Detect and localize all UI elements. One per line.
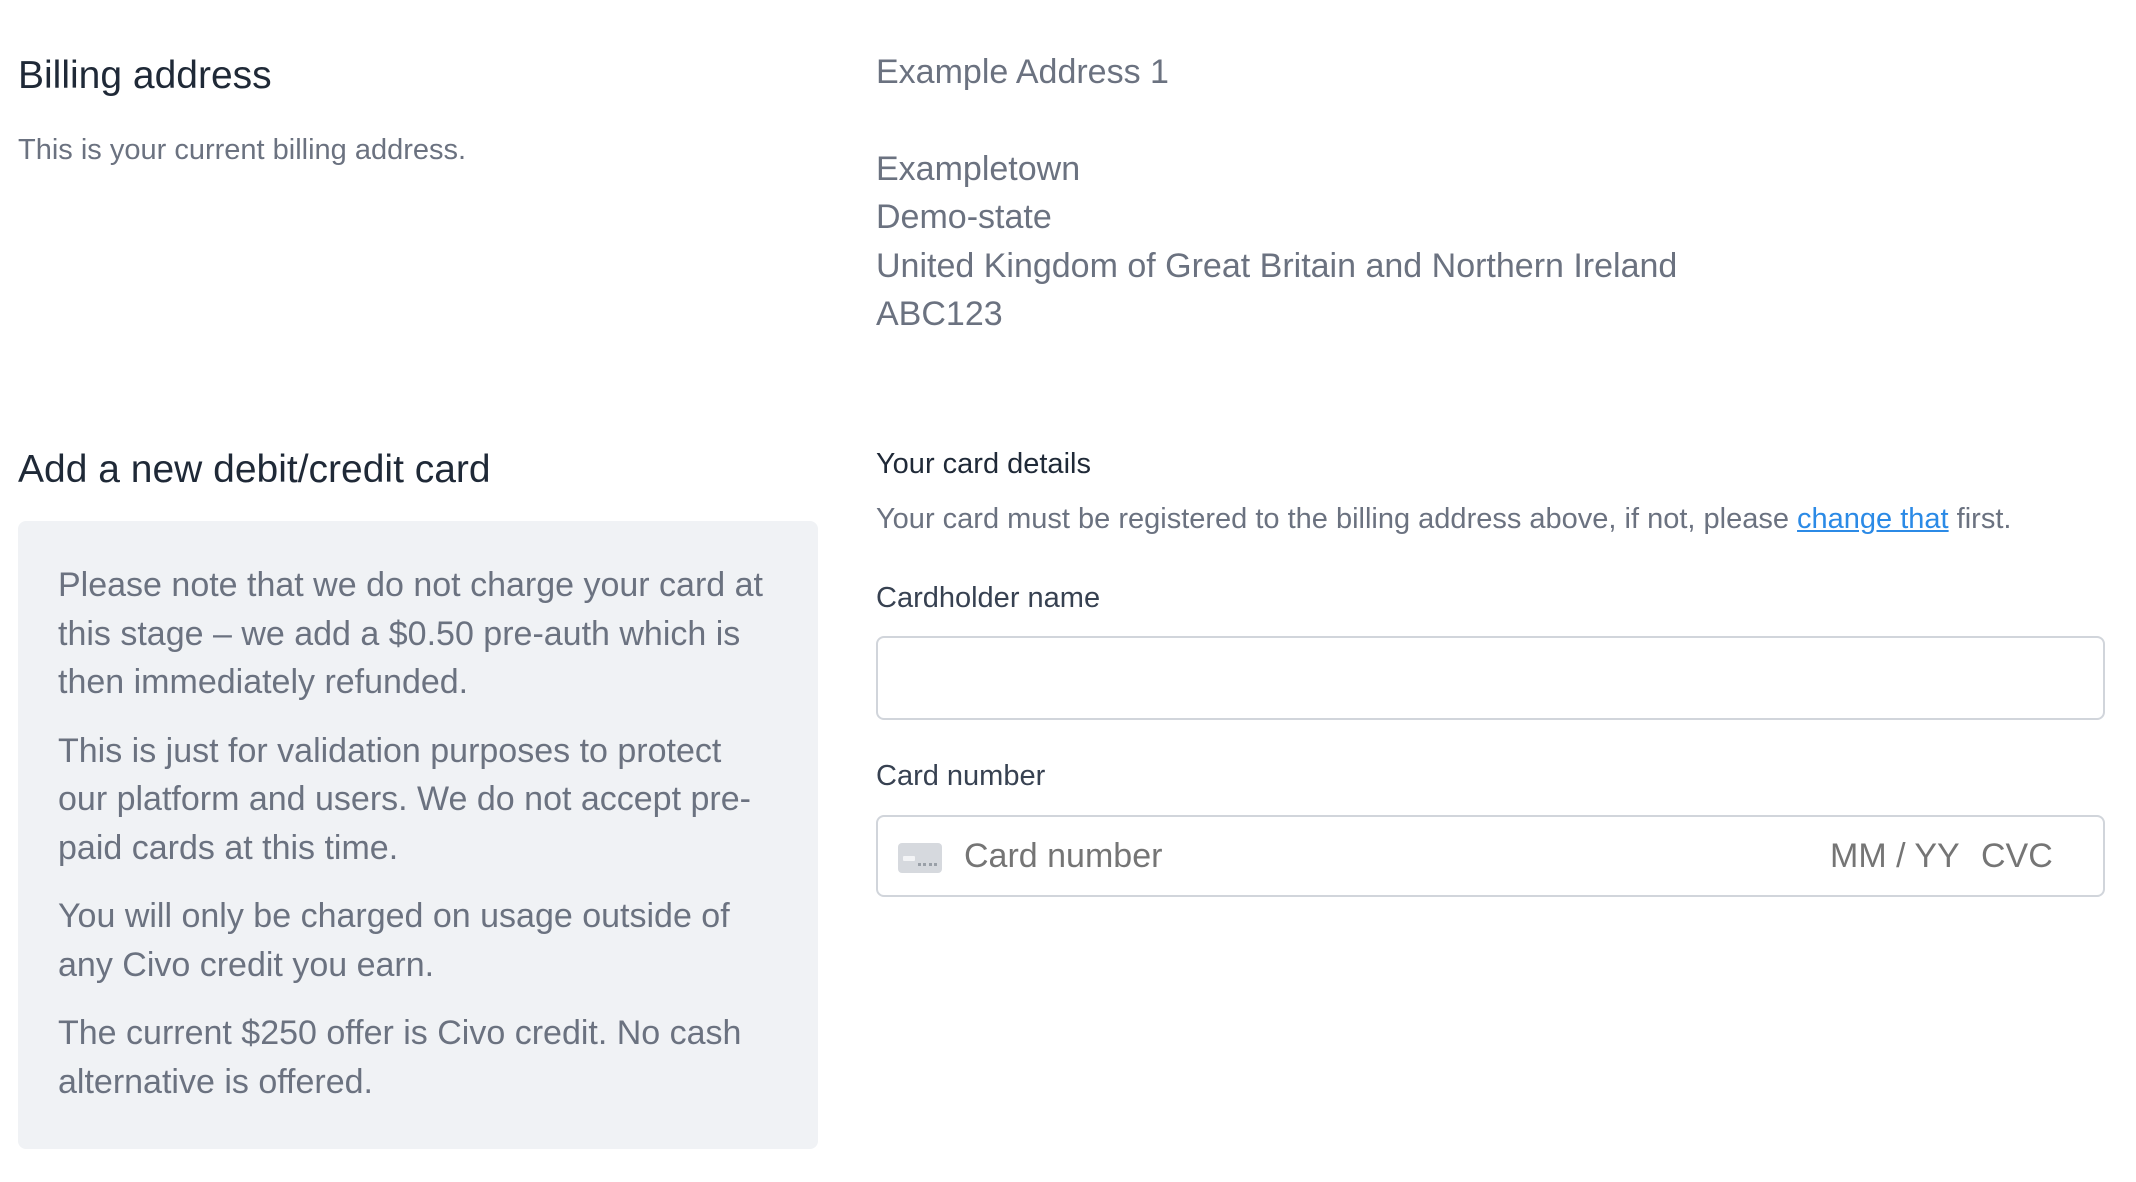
card-note-suffix: first. bbox=[1948, 503, 2012, 535]
card-number-label: Card number bbox=[876, 760, 1046, 792]
cardholder-name-label: Cardholder name bbox=[876, 582, 1101, 614]
address-country: United Kingdom of Great Britain and Nort… bbox=[876, 247, 1678, 285]
info-note-offer: The current $250 offer is Civo credit. N… bbox=[58, 1014, 742, 1101]
address-postcode: ABC123 bbox=[876, 295, 1003, 333]
info-note-validation: This is just for validation purposes to … bbox=[58, 731, 751, 867]
card-info-box: Please note that we do not charge your c… bbox=[18, 521, 818, 1149]
info-note-preauth: Please note that we do not charge your c… bbox=[58, 566, 764, 701]
address-city: Exampletown bbox=[876, 150, 1081, 188]
card-cvc-input[interactable] bbox=[1981, 817, 2061, 895]
cardholder-name-input[interactable] bbox=[876, 636, 2105, 720]
card-expiry-input[interactable] bbox=[1830, 817, 1970, 895]
card-number-field[interactable] bbox=[876, 815, 2105, 897]
info-note-usage: You will only be charged on usage outsid… bbox=[58, 897, 730, 984]
card-number-input[interactable] bbox=[964, 817, 1664, 895]
change-address-link[interactable]: change that bbox=[1797, 503, 1949, 535]
card-note-prefix: Your card must be registered to the bill… bbox=[876, 503, 1798, 535]
address-line1: Example Address 1 bbox=[876, 53, 1169, 91]
billing-address-title: Billing address bbox=[18, 54, 272, 97]
card-details-note: Your card must be registered to the bill… bbox=[876, 503, 2011, 536]
credit-card-icon bbox=[898, 843, 942, 873]
card-details-heading: Your card details bbox=[876, 448, 1091, 480]
address-state: Demo-state bbox=[876, 198, 1052, 236]
billing-address-subtitle: This is your current billing address. bbox=[18, 134, 467, 166]
add-card-title: Add a new debit/credit card bbox=[18, 448, 491, 491]
